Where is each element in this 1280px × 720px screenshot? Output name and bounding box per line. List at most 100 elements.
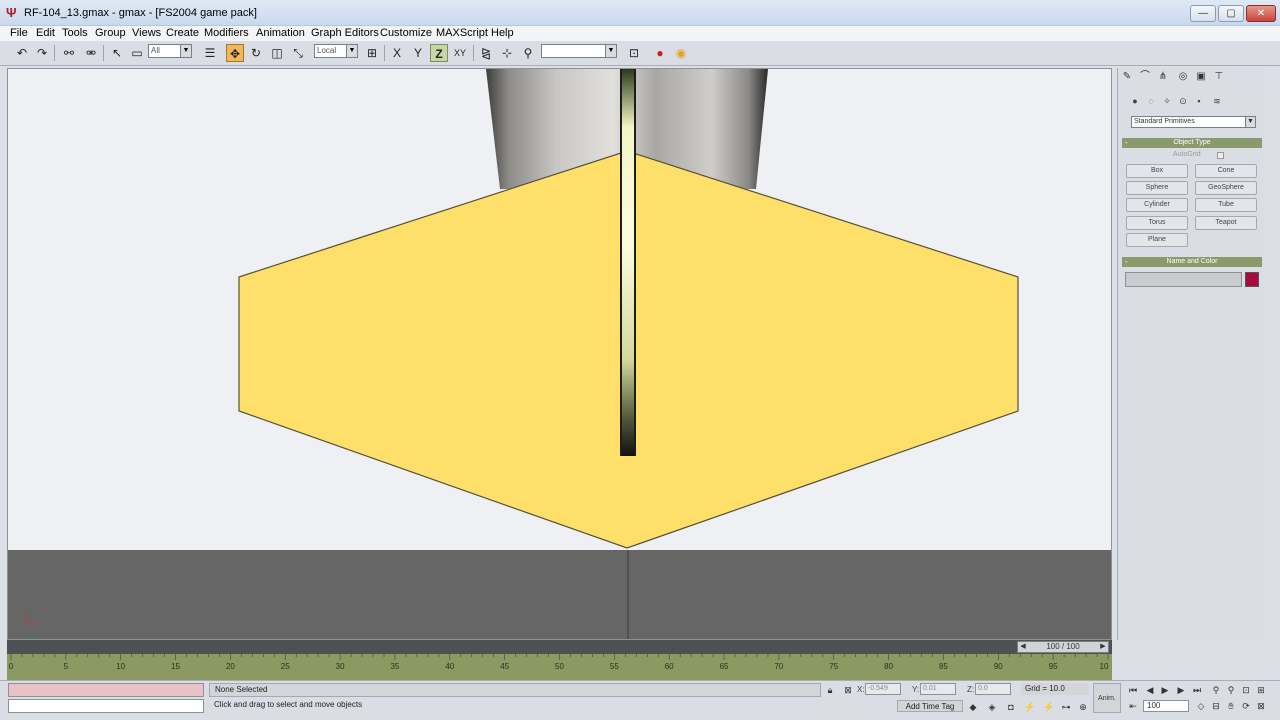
create-tab-icon[interactable]: ✎: [1120, 70, 1134, 84]
select-and-move-icon[interactable]: ✥: [226, 44, 244, 62]
space-warps-icon[interactable]: ≋: [1211, 95, 1223, 107]
maxscript-listener-output[interactable]: [8, 683, 204, 697]
goto-end-icon[interactable]: ⏭: [1191, 684, 1203, 696]
render-icon[interactable]: ◉: [672, 44, 690, 62]
arc-rotate-icon[interactable]: ⟳: [1240, 700, 1252, 712]
region-zoom-icon[interactable]: ⊟: [1210, 700, 1222, 712]
object-color-swatch[interactable]: [1245, 272, 1259, 287]
region-select-icon[interactable]: ▭: [128, 44, 146, 62]
category-dropdown[interactable]: Standard Primitives ▼: [1131, 116, 1256, 128]
restrict-y-button[interactable]: Y: [409, 44, 427, 62]
teapot-button[interactable]: Teapot: [1195, 216, 1257, 230]
sphere-button[interactable]: Sphere: [1126, 181, 1188, 195]
lights-icon[interactable]: ✧: [1161, 95, 1173, 107]
menu-tools[interactable]: Tools: [62, 27, 88, 39]
close-button[interactable]: ✕: [1246, 5, 1276, 22]
x-coordinate-field[interactable]: -0.549: [865, 683, 901, 695]
zoom-icon[interactable]: ⚲: [1210, 684, 1222, 696]
next-frame-icon[interactable]: ▶: [1175, 684, 1187, 696]
geosphere-button[interactable]: GeoSphere: [1195, 181, 1257, 195]
selection-set-icon[interactable]: ◆: [967, 701, 979, 713]
named-selection-sets-dropdown[interactable]: ▼: [541, 44, 617, 58]
redo-icon[interactable]: ↷: [33, 44, 51, 62]
y-coordinate-field[interactable]: 0.01: [920, 683, 956, 695]
zoom-extents-all-icon[interactable]: ⊞: [1255, 684, 1267, 696]
modify-tab-icon[interactable]: ⌒: [1138, 70, 1152, 84]
play-icon[interactable]: ▶: [1159, 684, 1171, 696]
selection-lock-icon[interactable]: 🔒︎: [824, 684, 836, 696]
restrict-xy-button[interactable]: XY: [451, 44, 469, 62]
menu-graph-editors[interactable]: Graph Editors: [311, 27, 379, 39]
key-filter-icon[interactable]: ◈: [986, 701, 998, 713]
select-object-icon[interactable]: ↖: [108, 44, 126, 62]
autogrid-checkbox[interactable]: [1217, 152, 1224, 159]
cone-button[interactable]: Cone: [1195, 164, 1257, 178]
geometry-icon[interactable]: ●: [1129, 95, 1141, 107]
time-slider-thumb[interactable]: ◀ 100 / 100 ▶: [1017, 641, 1109, 653]
animate-toggle-button[interactable]: Anim.: [1093, 683, 1121, 713]
menu-group[interactable]: Group: [95, 27, 126, 39]
menu-maxscript[interactable]: MAXScript: [436, 27, 488, 39]
torus-button[interactable]: Torus: [1126, 216, 1188, 230]
goto-start-icon[interactable]: ⏮: [1127, 684, 1139, 696]
track-bar[interactable]: 0 5 10 15 20 25 30 35 40 45 50 55 60 65 70 75 80 85 90 95 10: [7, 654, 1112, 680]
menu-file[interactable]: File: [10, 27, 28, 39]
add-time-tag-button[interactable]: Add Time Tag: [897, 700, 963, 712]
key-mode-icon[interactable]: ⇤: [1127, 700, 1139, 712]
object-type-rollout[interactable]: - Object Type: [1122, 138, 1262, 148]
set-key-icon[interactable]: ◘: [1005, 701, 1017, 713]
maxscript-listener-input[interactable]: [8, 699, 204, 713]
perspective-viewport[interactable]: [7, 68, 1112, 640]
zoom-extents-icon[interactable]: ⊡: [1240, 684, 1252, 696]
select-and-rotate-icon[interactable]: ↻: [247, 44, 265, 62]
menu-customize[interactable]: Customize: [380, 27, 432, 39]
menu-create[interactable]: Create: [166, 27, 199, 39]
selection-filter-dropdown[interactable]: All ▼: [148, 44, 192, 58]
select-by-name-icon[interactable]: ☰: [201, 44, 219, 62]
current-frame-field[interactable]: 100: [1143, 700, 1189, 712]
next-frame-icon[interactable]: ▶: [1098, 642, 1108, 652]
align-icon[interactable]: ⊹: [498, 44, 516, 62]
display-tab-icon[interactable]: ▣: [1194, 70, 1208, 84]
snaps-toggle-icon[interactable]: ⚲: [519, 44, 537, 62]
menu-modifiers[interactable]: Modifiers: [204, 27, 249, 39]
tube-button[interactable]: Tube: [1195, 198, 1257, 212]
z-coordinate-field[interactable]: 0.0: [975, 683, 1011, 695]
previous-frame-icon[interactable]: ◀: [1018, 642, 1028, 652]
pivot-center-icon[interactable]: ⊞: [363, 44, 381, 62]
gmax-app-icon[interactable]: Ψ: [6, 6, 20, 20]
helpers-icon[interactable]: ▪: [1193, 95, 1205, 107]
maximize-button[interactable]: ▢: [1218, 5, 1244, 22]
mirror-icon[interactable]: ⧎: [477, 44, 495, 62]
menu-edit[interactable]: Edit: [36, 27, 55, 39]
degradation-override-icon[interactable]: ⚡: [1024, 701, 1036, 713]
menu-help[interactable]: Help: [491, 27, 514, 39]
name-and-color-rollout[interactable]: - Name and Color: [1122, 257, 1262, 267]
previous-frame-icon[interactable]: ◀: [1144, 684, 1156, 696]
unlink-selection-icon[interactable]: ⚮: [82, 44, 100, 62]
plane-button[interactable]: Plane: [1126, 233, 1188, 247]
grid-toggle-icon[interactable]: ⊕: [1077, 701, 1089, 713]
menu-views[interactable]: Views: [132, 27, 161, 39]
reference-coordinate-dropdown[interactable]: Local ▼: [314, 44, 358, 58]
maximize-viewport-icon[interactable]: ⊠: [1255, 700, 1267, 712]
schematic-view-icon[interactable]: ⊡: [625, 44, 643, 62]
isolate-icon[interactable]: ⊶: [1060, 701, 1072, 713]
zoom-all-icon[interactable]: ⚲: [1225, 684, 1237, 696]
cylinder-button[interactable]: Cylinder: [1126, 198, 1188, 212]
absolute-mode-icon[interactable]: ⊠: [842, 684, 854, 696]
menu-animation[interactable]: Animation: [256, 27, 305, 39]
box-button[interactable]: Box: [1126, 164, 1188, 178]
select-and-link-icon[interactable]: ⚯: [60, 44, 78, 62]
time-slider[interactable]: ◀ 100 / 100 ▶: [7, 640, 1112, 654]
object-name-input[interactable]: [1125, 272, 1242, 287]
restrict-z-button[interactable]: Z: [430, 44, 448, 62]
motion-tab-icon[interactable]: ◎: [1176, 70, 1190, 84]
snap-override-icon[interactable]: ⚡: [1043, 701, 1055, 713]
undo-icon[interactable]: ↶: [13, 44, 31, 62]
restrict-x-button[interactable]: X: [388, 44, 406, 62]
select-and-scale-icon[interactable]: ◫: [268, 44, 286, 62]
shapes-icon[interactable]: ◌: [1145, 95, 1157, 107]
utilities-tab-icon[interactable]: ⊤: [1212, 70, 1226, 84]
material-editor-icon[interactable]: ●: [651, 44, 669, 62]
